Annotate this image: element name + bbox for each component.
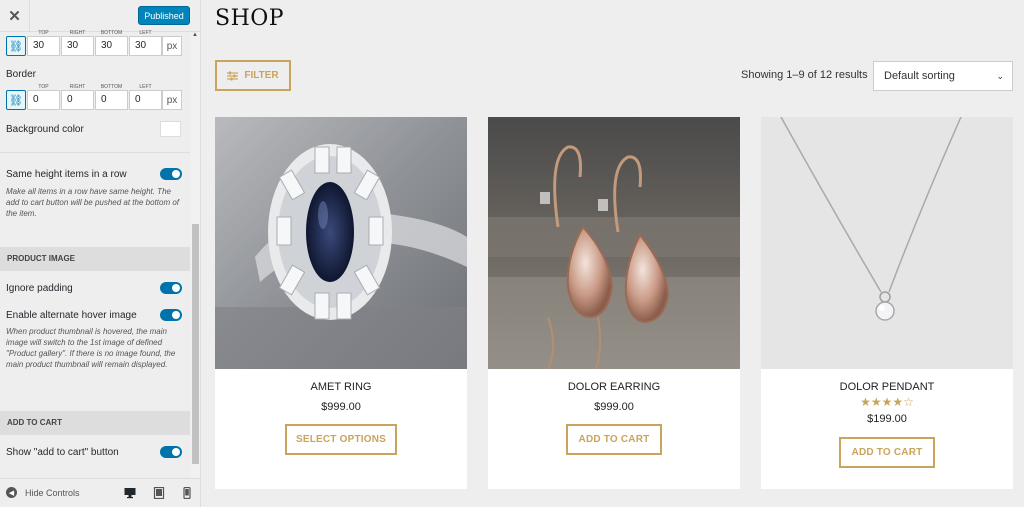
add-to-cart-button[interactable]: ADD TO CART [839,437,935,468]
customizer-sidebar: ✕ Published ⛓ TOP 30 RIGHT 30 BOTTOM 30 … [0,0,201,507]
ignore-padding-label: Ignore padding [6,283,73,294]
alternate-hover-description: When product thumbnail is hovered, the m… [6,327,176,369]
divider [0,152,190,153]
border-bottom-field: BOTTOM 0 [95,84,128,110]
ignore-padding-toggle[interactable] [160,282,182,294]
scroll-up-arrow-icon[interactable]: ▲ [192,32,198,38]
pendant-photo [761,117,1013,369]
sorting-select[interactable]: Default sorting ⌄ [873,61,1013,91]
product-image-section-header: PRODUCT IMAGE [0,247,190,271]
border-control: ⛓ TOP 0 RIGHT 0 BOTTOM 0 LEFT 0 px [6,84,182,114]
padding-left-input[interactable]: 30 [129,36,162,56]
sidebar-scrollbar[interactable]: ▲ [191,32,200,478]
same-height-label: Same height items in a row [6,169,127,180]
publish-button[interactable]: Published [138,6,190,25]
ring-photo [215,117,467,369]
border-top-field: TOP 0 [27,84,60,110]
product-card: DOLOR PENDANT ★★★★☆ $199.00 ADD TO CART [761,117,1013,489]
show-add-to-cart-toggle[interactable] [160,446,182,458]
show-add-to-cart-label: Show "add to cart" button [6,447,119,458]
product-price: $999.00 [321,401,361,413]
add-to-cart-button[interactable]: ADD TO CART [566,424,662,455]
padding-top-field: TOP 30 [27,30,60,56]
border-left-field: LEFT 0 [129,84,162,110]
tablet-icon[interactable] [153,487,165,499]
sidebar-header: ✕ Published [0,0,200,32]
border-left-input[interactable]: 0 [129,90,162,110]
rating-stars-icon: ★★★★☆ [860,395,914,409]
product-name[interactable]: AMET RING [215,381,467,393]
padding-bottom-field: BOTTOM 30 [95,30,128,56]
link-values-button[interactable]: ⛓ [6,90,26,110]
product-price: $199.00 [867,413,907,425]
padding-left-field: LEFT 30 [129,30,162,56]
desktop-icon[interactable] [124,487,136,499]
sorting-value: Default sorting [884,70,955,82]
border-unit-select[interactable]: px [162,90,182,110]
padding-right-input[interactable]: 30 [61,36,94,56]
collapse-arrow-icon: ◀ [6,487,17,498]
same-height-toggle[interactable] [160,168,182,180]
product-image-earring[interactable] [488,117,740,369]
link-icon: ⛓ [9,40,23,53]
background-color-picker[interactable] [160,121,181,137]
border-right-field: RIGHT 0 [61,84,94,110]
link-icon: ⛓ [9,94,23,107]
mobile-icon[interactable] [181,487,193,499]
alternate-hover-toggle[interactable] [160,309,182,321]
product-image-pendant[interactable] [761,117,1013,369]
add-to-cart-section-header: ADD TO CART [0,411,190,435]
product-card: DOLOR EARRING $999.00 ADD TO CART [488,117,740,489]
padding-bottom-input[interactable]: 30 [95,36,128,56]
select-options-button[interactable]: SELECT OPTIONS [285,424,397,455]
filter-button[interactable]: FILTER [215,60,291,91]
close-customizer-button[interactable]: ✕ [0,0,30,31]
scrollbar-thumb[interactable] [192,224,199,464]
filter-label: FILTER [244,70,279,81]
product-name[interactable]: DOLOR PENDANT [761,381,1013,393]
sidebar-footer: ◀ Hide Controls [0,478,200,507]
sidebar-controls-panel: ⛓ TOP 30 RIGHT 30 BOTTOM 30 LEFT 30 px B… [0,30,190,478]
border-top-input[interactable]: 0 [27,90,60,110]
result-count: Showing 1–9 of 12 results [741,69,868,81]
padding-control: ⛓ TOP 30 RIGHT 30 BOTTOM 30 LEFT 30 px [6,30,182,60]
hide-controls-label: Hide Controls [25,487,80,498]
padding-unit-select[interactable]: px [162,36,182,56]
link-values-button[interactable]: ⛓ [6,36,26,56]
alternate-hover-label: Enable alternate hover image [6,310,137,321]
hide-controls-button[interactable]: ◀ Hide Controls [6,487,80,498]
border-label: Border [6,69,37,80]
border-right-input[interactable]: 0 [61,90,94,110]
page-title: SHOP [215,6,285,31]
chevron-down-icon: ⌄ [996,71,1004,81]
border-bottom-input[interactable]: 0 [95,90,128,110]
product-card: AMET RING $999.00 SELECT OPTIONS [215,117,467,489]
padding-right-field: RIGHT 30 [61,30,94,56]
earring-photo [488,117,740,369]
product-price: $999.00 [594,401,634,413]
product-name[interactable]: DOLOR EARRING [488,381,740,393]
background-color-label: Background color [6,124,84,135]
same-height-description: Make all items in a row have same height… [6,187,179,218]
product-image-ring[interactable] [215,117,467,369]
padding-top-input[interactable]: 30 [27,36,60,56]
shop-preview: SHOP FILTER Showing 1–9 of 12 results De… [201,0,1024,507]
filter-sliders-icon [227,71,239,80]
